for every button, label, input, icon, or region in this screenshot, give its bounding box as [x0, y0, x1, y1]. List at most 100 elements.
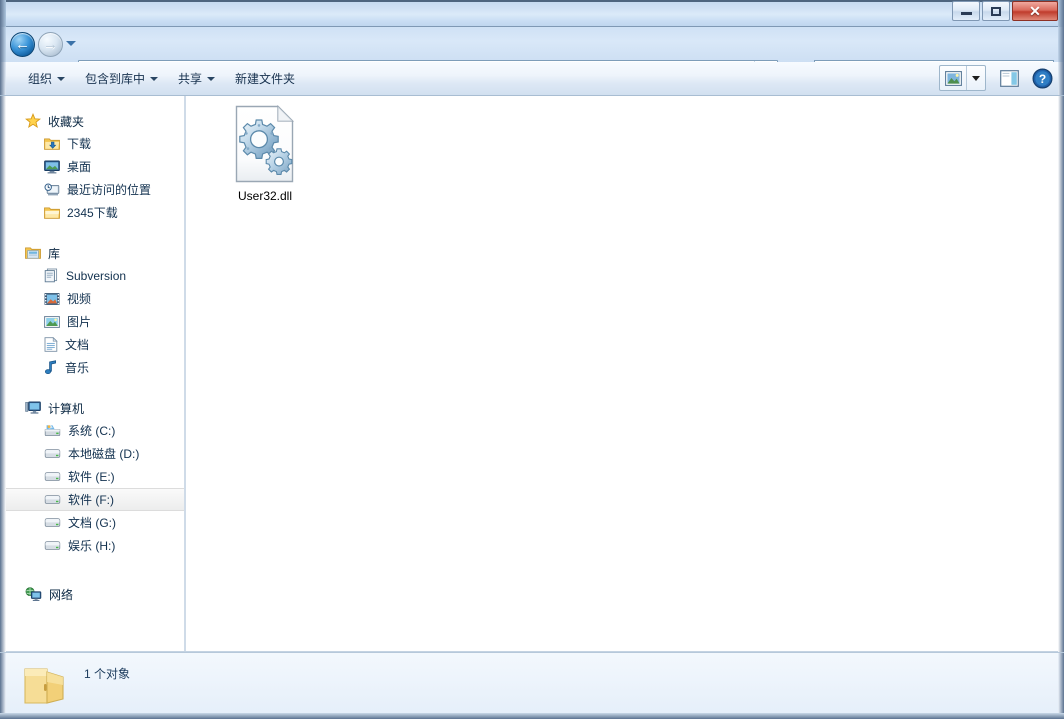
- sidebar-group-label: 库: [48, 246, 61, 261]
- sidebar-item-music[interactable]: 音乐: [6, 356, 184, 379]
- sidebar-item-documents[interactable]: 文档: [6, 333, 184, 356]
- chevron-down-icon: [57, 76, 66, 81]
- sidebar-item-recent-places[interactable]: 最近访问的位置: [6, 178, 184, 201]
- sidebar-item-drive-g[interactable]: 文档 (G:): [6, 511, 184, 534]
- toolbar-items: 组织 包含到库中 共享 新建文件夹: [18, 62, 305, 95]
- details-pane: 1 个对象: [0, 652, 1064, 719]
- sidebar-item-drive-e[interactable]: 软件 (E:): [6, 465, 184, 488]
- minimize-button[interactable]: [952, 1, 980, 21]
- new-folder-button[interactable]: 新建文件夹: [225, 68, 305, 90]
- drive-icon: [44, 495, 61, 504]
- new-folder-label: 新建文件夹: [235, 72, 296, 86]
- navbar-right-border: [1058, 27, 1064, 62]
- file-list-pane[interactable]: User32.dll: [186, 96, 1058, 652]
- sidebar-item-label: 桌面: [67, 160, 92, 174]
- sidebar-group-label: 网络: [49, 587, 74, 602]
- include-in-library-button[interactable]: 包含到库中: [75, 68, 168, 90]
- folder-icon: [44, 207, 60, 219]
- sidebar-group-network[interactable]: 网络: [6, 583, 184, 605]
- sidebar-item-label: 文档: [65, 338, 90, 352]
- forward-button[interactable]: →: [38, 32, 63, 57]
- preview-pane-button[interactable]: [994, 66, 1024, 90]
- star-icon: [25, 113, 41, 128]
- desktop-icon: [44, 160, 60, 173]
- navigation-pane[interactable]: 收藏夹 下载 桌面 最近访问的位置 2345下载 库 Subversion 视频…: [6, 96, 184, 652]
- computer-icon: [25, 401, 41, 414]
- title-bar[interactable]: ✕: [0, 0, 1064, 27]
- forward-arrow-icon: →: [43, 36, 58, 53]
- navigation-bar: ← → 计算机 ▶ 软件 (F:) ▶ 系统之家 ▶: [0, 27, 1064, 83]
- sidebar-item-pictures[interactable]: 图片: [6, 310, 184, 333]
- sidebar-group-favorites[interactable]: 收藏夹: [6, 110, 184, 132]
- recent-pages-chevron-down-icon[interactable]: [66, 41, 76, 46]
- share-with-label: 共享: [178, 72, 203, 86]
- chevron-down-icon: [150, 76, 159, 81]
- drive-icon: [44, 518, 61, 527]
- sidebar-item-label: 最近访问的位置: [67, 183, 152, 197]
- sidebar-item-label: 软件 (F:): [68, 493, 114, 507]
- sidebar-item-label: 下载: [67, 137, 92, 151]
- sidebar-item-label: 文档 (G:): [68, 516, 116, 530]
- include-in-library-label: 包含到库中: [85, 72, 146, 86]
- chevron-down-icon: [972, 75, 980, 81]
- sidebar-item-desktop[interactable]: 桌面: [6, 155, 184, 178]
- window-left-border: [0, 0, 6, 27]
- sidebar-item-subversion[interactable]: Subversion: [6, 264, 184, 287]
- network-icon: [25, 586, 42, 601]
- recent-places-icon: [44, 182, 60, 195]
- minimize-icon: [960, 12, 972, 15]
- sidebar-item-label: 视频: [67, 292, 92, 306]
- sidebar-item-label: 软件 (E:): [68, 470, 115, 484]
- sidebar-group-libraries[interactable]: 库: [6, 242, 184, 264]
- toolbar-left-border: [0, 62, 6, 95]
- drive-icon: [44, 449, 61, 458]
- view-icon: [944, 70, 962, 86]
- system-drive-icon: [44, 424, 61, 436]
- sidebar-item-drive-h[interactable]: 娱乐 (H:): [6, 534, 184, 557]
- subversion-icon: [44, 268, 58, 283]
- sidebar-item-downloads[interactable]: 下载: [6, 132, 184, 155]
- dll-file-icon: [235, 105, 295, 183]
- sidebar-item-drive-d[interactable]: 本地磁盘 (D:): [6, 442, 184, 465]
- share-with-button[interactable]: 共享: [168, 68, 225, 90]
- explorer-body: 收藏夹 下载 桌面 最近访问的位置 2345下载 库 Subversion 视频…: [0, 96, 1064, 652]
- music-icon: [45, 360, 56, 375]
- view-mode-group: [939, 65, 986, 91]
- maximize-button[interactable]: [982, 1, 1010, 21]
- organize-button[interactable]: 组织: [18, 68, 75, 90]
- sidebar-item-label: 2345下载: [67, 206, 118, 220]
- change-view-button[interactable]: [940, 66, 966, 90]
- sidebar-item-2345-downloads[interactable]: 2345下载: [6, 201, 184, 224]
- help-button[interactable]: ?: [1028, 66, 1056, 90]
- preview-pane-icon: [999, 69, 1019, 87]
- toolbar-right-group: ?: [939, 65, 1056, 91]
- close-button[interactable]: ✕: [1012, 1, 1058, 21]
- pictures-icon: [44, 315, 60, 328]
- sidebar-item-label: 图片: [67, 315, 92, 329]
- sidebar-group-computer[interactable]: 计算机: [6, 397, 184, 419]
- statusbar-left-border: [0, 653, 6, 713]
- sidebar-item-label: 音乐: [65, 361, 90, 375]
- drive-icon: [44, 472, 61, 481]
- drive-icon: [44, 541, 61, 550]
- sidebar-item-label: 娱乐 (H:): [68, 539, 116, 553]
- sidebar-item-label: 本地磁盘 (D:): [68, 447, 140, 461]
- sidebar-item-drive-c[interactable]: 系统 (C:): [6, 419, 184, 442]
- sidebar-group-label: 计算机: [48, 401, 85, 416]
- window-controls: ✕: [952, 1, 1058, 21]
- window-bottom-border: [0, 713, 1064, 719]
- sidebar-item-videos[interactable]: 视频: [6, 287, 184, 310]
- view-options-button[interactable]: [966, 66, 985, 90]
- window-top-border: [0, 0, 1064, 2]
- list-item-label: User32.dll: [237, 189, 293, 203]
- sidebar-item-drive-f[interactable]: 软件 (F:): [6, 488, 184, 511]
- sidebar-group-label: 收藏夹: [48, 114, 85, 129]
- maximize-icon: [991, 6, 1001, 16]
- list-item[interactable]: User32.dll: [215, 105, 315, 217]
- back-button[interactable]: ←: [10, 32, 35, 57]
- organize-label: 组织: [28, 72, 53, 86]
